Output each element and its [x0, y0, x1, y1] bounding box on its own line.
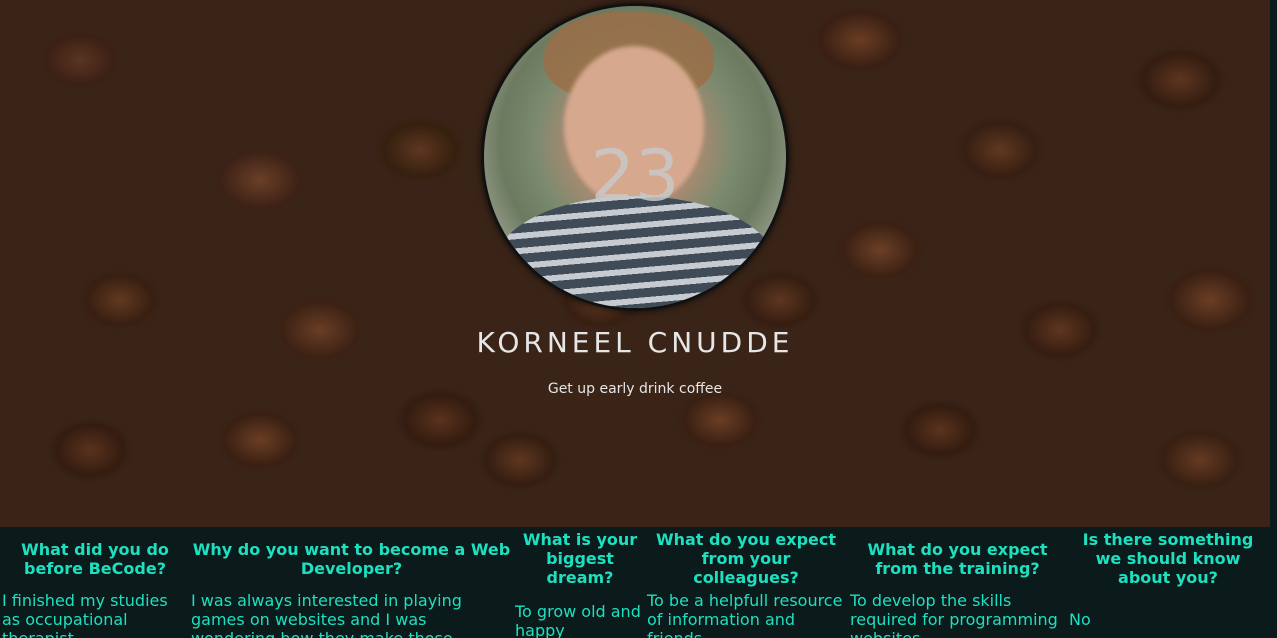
- qa-question: Is there something we should know about …: [1082, 530, 1254, 587]
- avatar: 23: [481, 3, 789, 311]
- age-overlay: 23: [590, 135, 680, 217]
- qa-question: What do you expect from your colleagues?: [655, 530, 837, 587]
- qa-item-about-you-answer: No: [1069, 610, 1129, 629]
- qa-item-web-developer: Why do you want to become a Web Develope…: [191, 527, 512, 638]
- profile-name: KORNEEL CNUDDE: [476, 326, 794, 359]
- qa-answer: To grow old and happy: [515, 602, 641, 638]
- qa-question: What do you expect from the training?: [867, 540, 1048, 578]
- qa-section: What did you do before BeCode? I finishe…: [0, 527, 1270, 638]
- qa-answer: I finished my studies as occupational th…: [2, 591, 168, 638]
- page-scrollbar[interactable]: [1270, 0, 1277, 638]
- qa-question: What is your biggest dream?: [522, 530, 638, 587]
- qa-answer: To develop the skills required for progr…: [850, 591, 1058, 638]
- qa-item-colleagues: What do you expect from your colleagues?…: [647, 527, 845, 638]
- qa-question: What did you do before BeCode?: [21, 540, 169, 578]
- qa-answer: I was always interested in playing games…: [191, 591, 462, 638]
- qa-item-training: What do you expect from the training? To…: [850, 527, 1065, 638]
- qa-answer: To be a helpfull resource of information…: [647, 591, 843, 638]
- profile-tagline: Get up early drink coffee: [547, 381, 723, 397]
- qa-item-biggest-dream: What is your biggest dream? To grow old …: [515, 527, 645, 638]
- qa-answer: No: [1069, 610, 1091, 629]
- qa-item-before-becode: What did you do before BeCode? I finishe…: [2, 527, 188, 638]
- qa-question: Why do you want to become a Web Develope…: [192, 540, 511, 578]
- qa-item-about-you: Is there something we should know about …: [1069, 527, 1265, 587]
